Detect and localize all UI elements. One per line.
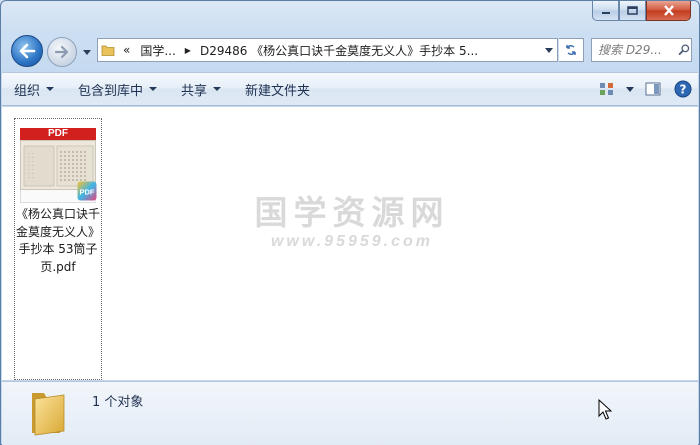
breadcrumb-guoxue[interactable]: 国学... xyxy=(135,42,180,59)
folder-icon xyxy=(98,39,118,61)
preview-pane-icon xyxy=(645,82,661,96)
preview-pane-button[interactable] xyxy=(638,76,668,102)
change-view-button[interactable] xyxy=(592,76,622,102)
include-in-library-label: 包含到库中 xyxy=(78,83,144,99)
arrow-right-icon xyxy=(54,45,69,59)
item-count-text: 1 个对象 xyxy=(92,395,144,410)
share-button[interactable]: 共享 xyxy=(169,76,233,102)
svg-text:?: ? xyxy=(680,83,687,97)
minimize-button[interactable] xyxy=(592,1,619,21)
new-folder-label: 新建文件夹 xyxy=(245,83,311,99)
caption-buttons xyxy=(592,1,691,22)
chevron-down-icon xyxy=(545,47,553,53)
maximize-button[interactable] xyxy=(619,1,646,21)
svg-text:PDF: PDF xyxy=(80,188,95,197)
forward-button[interactable] xyxy=(47,37,77,67)
organize-label: 组织 xyxy=(14,83,41,99)
watermark: 国学资源网 www.95959.com xyxy=(242,193,462,263)
close-icon xyxy=(663,5,674,16)
explorer-window: « 国学... ▶ D29486 《杨公真口诀千金莫度无义人》手抄本 5... … xyxy=(0,0,700,445)
file-name-label: 《杨公真口诀千金莫度无义人》手抄本 53筒子页.pdf xyxy=(15,207,100,274)
pdf-banner: PDF xyxy=(20,128,96,140)
view-grid-icon xyxy=(600,83,613,95)
file-list-pane[interactable]: PDF PDF 《杨公真口诀千金莫度无义人》手抄本 53筒子页.pdf 国学资源… xyxy=(2,107,698,380)
search-input[interactable] xyxy=(598,43,676,57)
address-bar[interactable]: « 国学... ▶ D29486 《杨公真口诀千金莫度无义人》手抄本 5... xyxy=(97,38,558,62)
refresh-button[interactable] xyxy=(559,38,584,62)
address-history-dropdown[interactable] xyxy=(541,39,557,61)
breadcrumb-current-folder[interactable]: D29486 《杨公真口诀千金莫度无义人》手抄本 5... xyxy=(195,42,483,59)
search-box[interactable] xyxy=(591,38,692,62)
new-folder-button[interactable]: 新建文件夹 xyxy=(233,76,322,102)
caret-down-icon xyxy=(213,87,222,91)
search-icon xyxy=(678,44,690,55)
recent-pages-dropdown[interactable] xyxy=(81,46,93,58)
arrow-left-icon xyxy=(19,43,36,59)
details-pane: 1 个对象 xyxy=(2,381,698,445)
organize-button[interactable]: 组织 xyxy=(2,76,66,102)
help-button[interactable]: ? xyxy=(668,76,698,102)
folder-icon xyxy=(32,393,65,436)
breadcrumb-separator-icon[interactable]: ▶ xyxy=(181,46,195,55)
minimize-icon xyxy=(601,11,610,14)
caret-down-icon xyxy=(626,86,634,92)
close-button[interactable] xyxy=(646,1,691,21)
caret-down-icon xyxy=(46,87,55,91)
include-in-library-button[interactable]: 包含到库中 xyxy=(66,76,169,102)
view-options-dropdown[interactable] xyxy=(622,76,638,102)
share-label: 共享 xyxy=(181,83,208,99)
maximize-icon xyxy=(627,6,638,15)
mouse-cursor-icon xyxy=(598,399,612,420)
watermark-url: www.95959.com xyxy=(270,233,434,250)
help-icon: ? xyxy=(674,80,692,98)
pdf-badge-icon: PDF xyxy=(77,181,97,201)
caret-down-icon xyxy=(149,87,158,91)
watermark-title: 国学资源网 xyxy=(254,193,450,232)
breadcrumb-overflow[interactable]: « xyxy=(118,43,135,57)
refresh-icon xyxy=(566,44,576,56)
back-button[interactable] xyxy=(11,35,43,67)
file-item-pdf[interactable]: PDF PDF 《杨公真口诀千金莫度无义人》手抄本 53筒子页.pdf xyxy=(14,118,102,380)
chevron-down-icon xyxy=(83,49,91,55)
command-bar: 组织 包含到库中 共享 新建文件夹 ? xyxy=(2,72,698,106)
